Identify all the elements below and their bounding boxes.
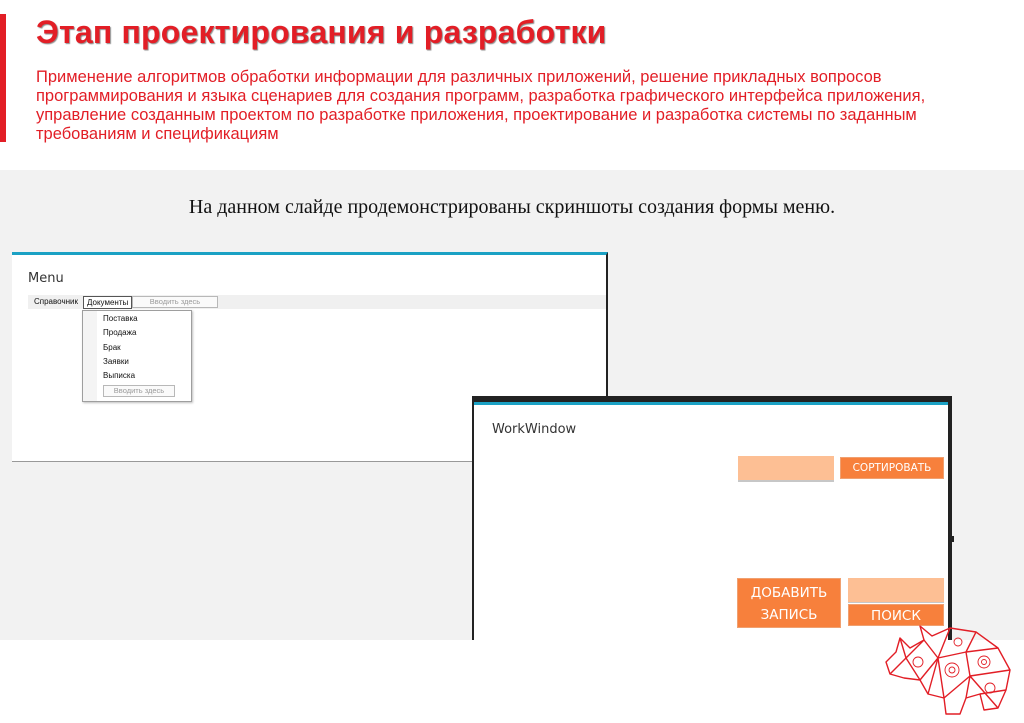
menu-window-title: Menu [28, 271, 64, 286]
search-input[interactable] [848, 578, 944, 604]
sort-input[interactable] [738, 456, 834, 482]
slide-caption: На данном слайде продемонстрированы скри… [188, 196, 836, 218]
menu-bar: Справочник Документы Вводить здесь [28, 295, 606, 309]
title-accent-bar [0, 14, 6, 142]
work-window: WorkWindow СОРТИРОВАТЬ ДОБАВИТЬ ЗАПИСЬ П… [472, 396, 954, 640]
dropdown-item-brak[interactable]: Брак [103, 343, 121, 353]
slide-title: Этап проектирования и разработки [36, 14, 607, 50]
menu-item-spravochnik[interactable]: Справочник [34, 296, 78, 307]
add-record-button-line2: ЗАПИСЬ [760, 607, 818, 623]
dropdown-icon-column [83, 311, 97, 401]
dropdown-item-zayavki[interactable]: Заявки [103, 357, 129, 367]
menubar-type-here[interactable]: Вводить здесь [132, 296, 218, 308]
work-window-accent-line [474, 402, 948, 405]
rhino-logo-icon [885, 625, 1011, 715]
slide-subtitle: Применение алгоритмов обработки информац… [36, 68, 926, 143]
sort-button[interactable]: СОРТИРОВАТЬ [839, 456, 945, 480]
add-record-button-line1: ДОБАВИТЬ [750, 585, 828, 601]
dropdown-item-prodazha[interactable]: Продажа [103, 328, 136, 338]
dropdown-item-postavka[interactable]: Поставка [103, 314, 138, 324]
documents-dropdown: Поставка Продажа Брак Заявки Выписка Вво… [82, 310, 192, 402]
dropdown-type-here[interactable]: Вводить здесь [103, 385, 175, 397]
resize-handle[interactable] [950, 536, 954, 542]
work-window-title: WorkWindow [492, 422, 577, 437]
menu-item-dokumenty[interactable]: Документы [83, 296, 133, 309]
dropdown-item-vypiska[interactable]: Выписка [103, 371, 135, 381]
add-record-button[interactable]: ДОБАВИТЬ ЗАПИСЬ [736, 577, 842, 629]
